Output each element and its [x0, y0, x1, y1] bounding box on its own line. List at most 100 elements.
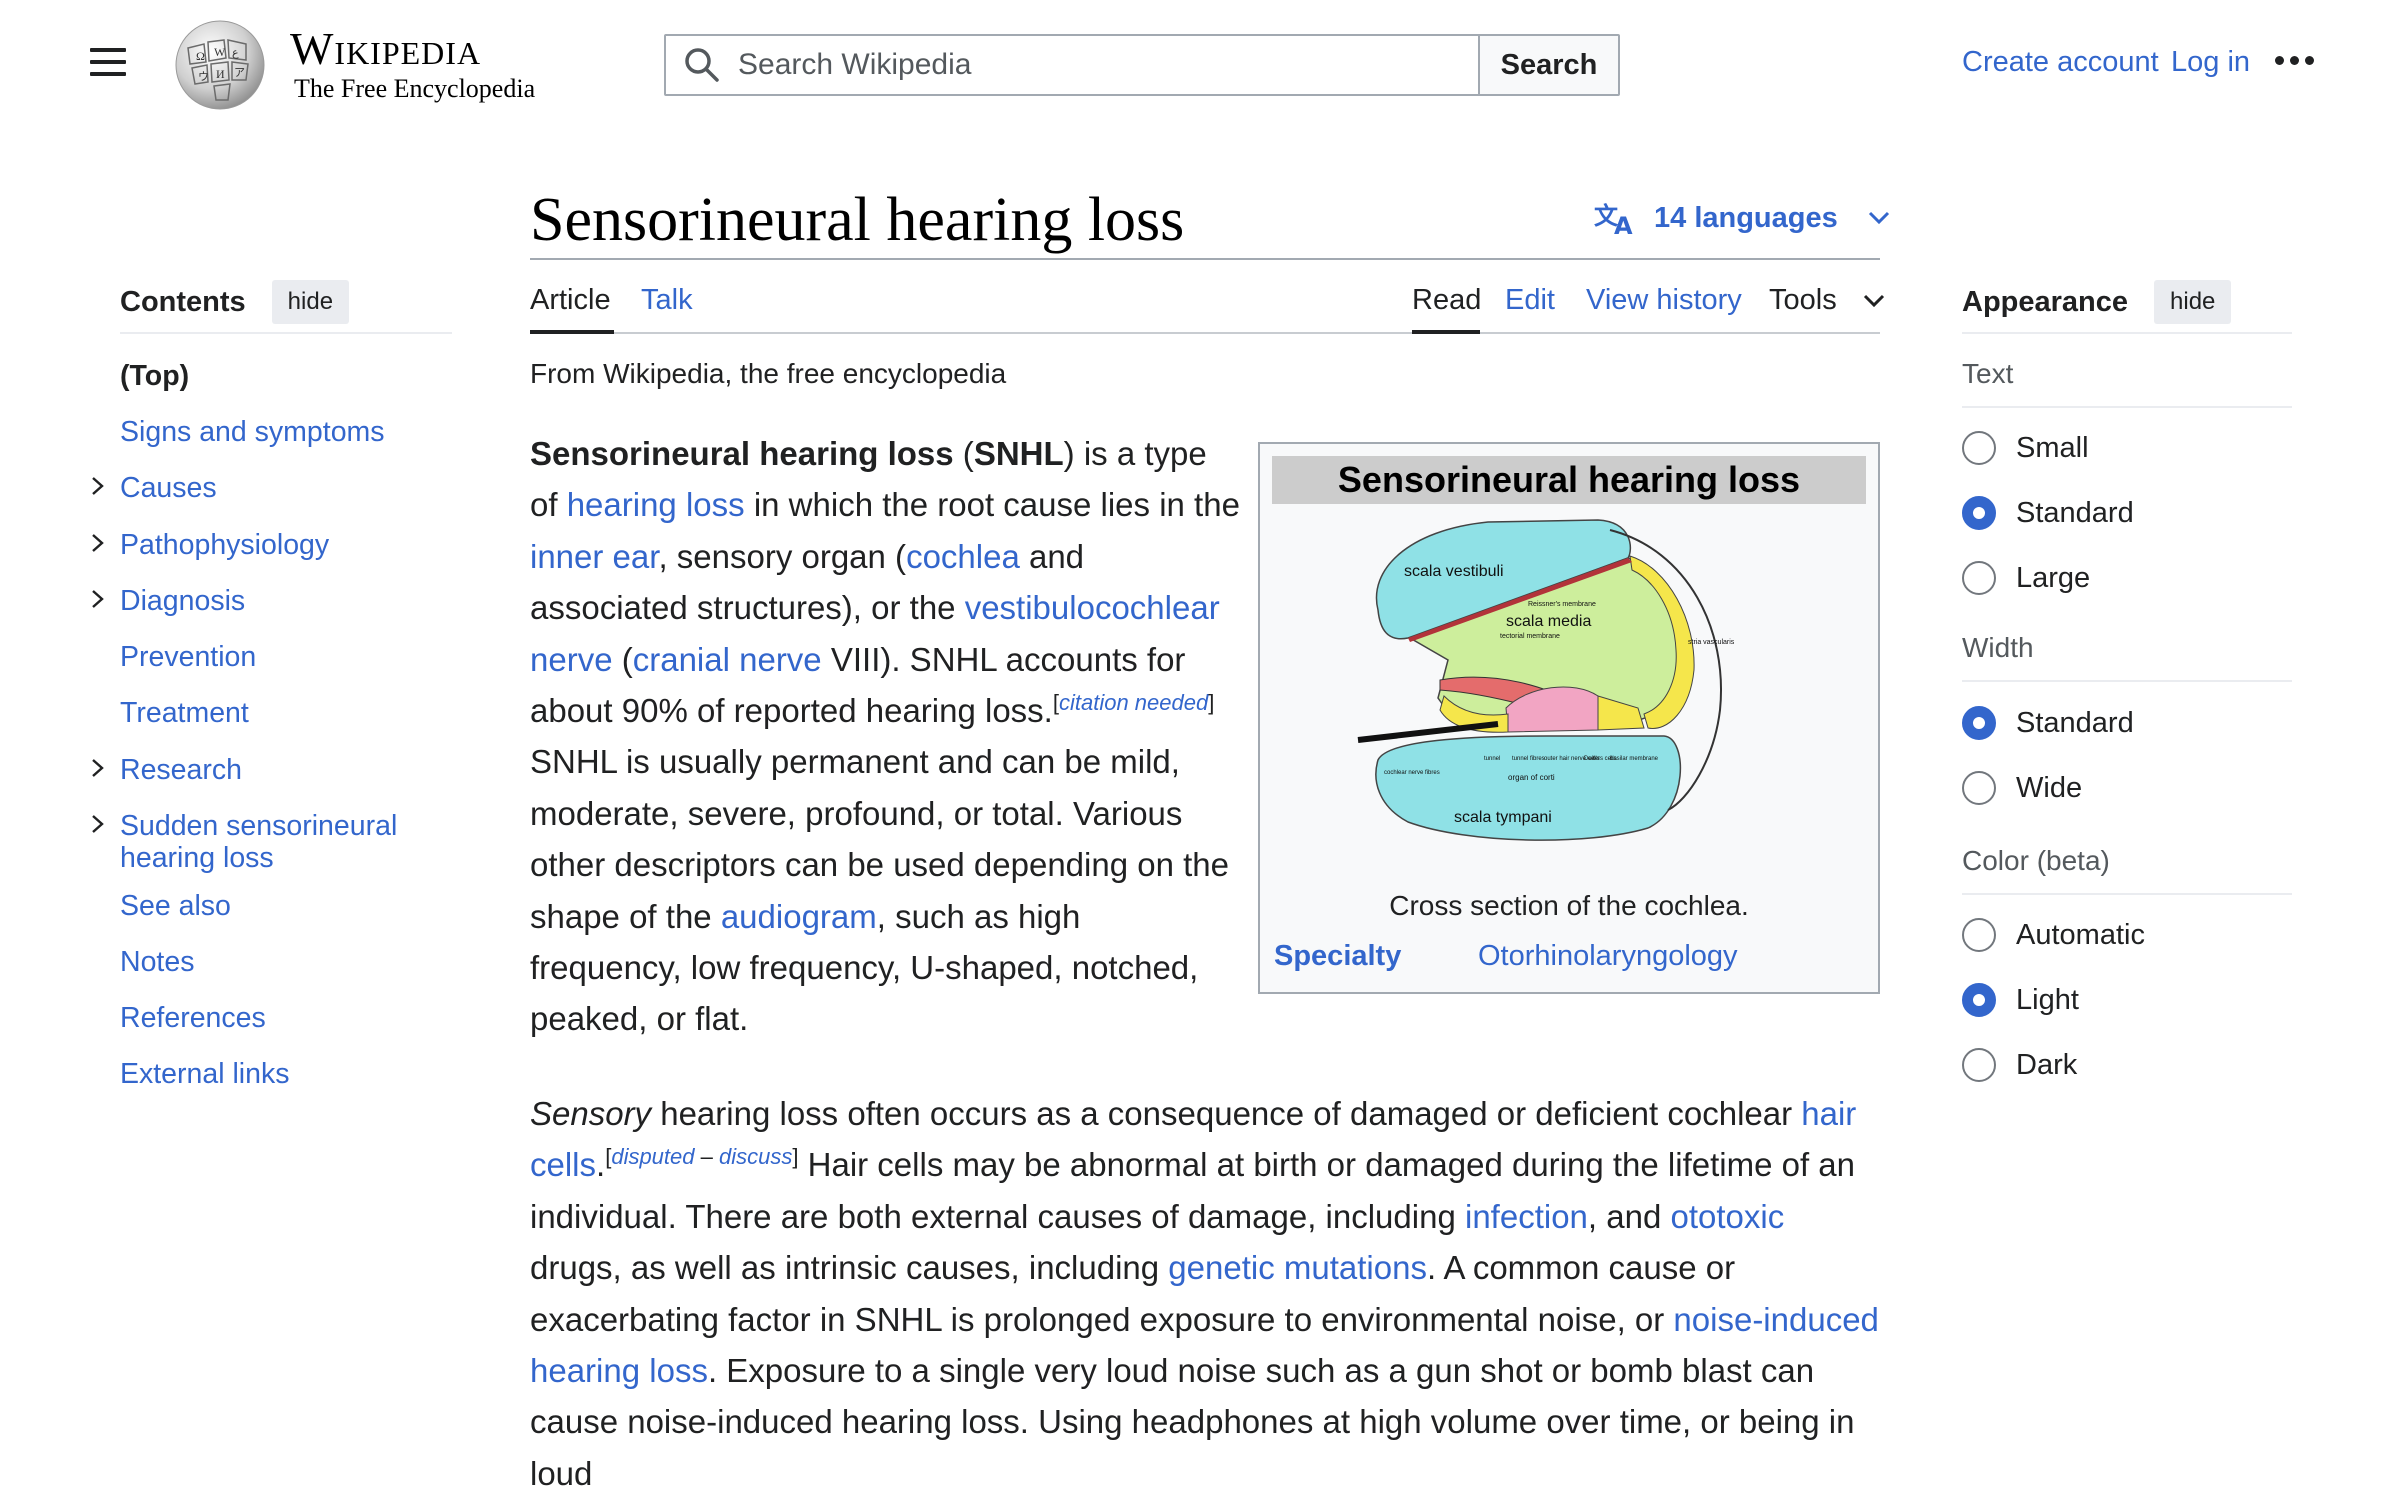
toc-item[interactable]: Diagnosis [120, 585, 450, 617]
bold-term: Sensorineural hearing loss [530, 435, 954, 472]
link-genetic-mutations[interactable]: genetic mutations [1168, 1249, 1427, 1286]
chevron-right-icon[interactable] [88, 476, 108, 496]
toc-item[interactable]: Prevention [120, 641, 450, 673]
link-ototoxic[interactable]: ototoxic [1670, 1198, 1784, 1235]
appearance-hide-button[interactable]: hide [2154, 280, 2232, 324]
chevron-right-icon[interactable] [88, 533, 108, 553]
cochlea-diagram-image[interactable]: scala vestibuli scala media Reissner's m… [1348, 510, 1788, 846]
text: . [596, 1146, 606, 1184]
radio-button[interactable] [1962, 496, 1996, 530]
infobox-specialty-label[interactable]: Specialty [1274, 940, 1401, 973]
width-option[interactable]: Standard [1962, 706, 2134, 740]
toc-item[interactable]: Sudden sensorineural hearing loss [120, 810, 450, 874]
width-option[interactable]: Wide [1962, 771, 2082, 805]
infobox-caption: Cross section of the cochlea. [1389, 890, 1749, 921]
toc-item[interactable]: (Top) [120, 360, 450, 392]
radio-button[interactable] [1962, 431, 1996, 465]
toc-item[interactable]: Notes [120, 946, 450, 978]
radio-button[interactable] [1962, 706, 1996, 740]
log-in-link[interactable]: Log in [2171, 46, 2250, 79]
radio-label: Wide [2016, 771, 2083, 804]
disputed-note: [disputed – discuss] [605, 1144, 798, 1169]
toc-item[interactable]: Signs and symptoms [120, 416, 450, 448]
radio-button[interactable] [1962, 1048, 1996, 1082]
tab-article[interactable]: Article [530, 284, 611, 317]
svg-text:Ω: Ω [196, 49, 205, 63]
dash: – [694, 1144, 719, 1170]
search-input[interactable] [736, 47, 1440, 83]
infobox-specialty-value[interactable]: Otorhinolaryngology [1478, 940, 1738, 973]
tab-article-indicator [530, 330, 614, 334]
discuss-link[interactable]: discuss [719, 1144, 792, 1169]
wikipedia-globe-logo[interactable]: Ω W ع И ウ ア [168, 18, 272, 112]
radio-button[interactable] [1962, 771, 1996, 805]
radio-label: Large [2016, 561, 2091, 594]
user-menu-button[interactable] [2275, 50, 2315, 70]
toc-heading: Contents [120, 285, 246, 318]
radio-button[interactable] [1962, 561, 1996, 595]
tab-view-history[interactable]: View history [1586, 284, 1742, 317]
text: in which the root cause lies in the [744, 486, 1240, 524]
color-option[interactable]: Light [1962, 983, 2079, 1017]
search-button[interactable]: Search [1478, 36, 1618, 94]
text-size-option[interactable]: Standard [1962, 496, 2134, 530]
color-heading: Color (beta) [1962, 845, 2110, 876]
toc-item[interactable]: External links [120, 1058, 450, 1090]
text: ( [612, 640, 633, 678]
radio-label: Dark [2016, 1048, 2078, 1081]
search-box[interactable] [666, 36, 1478, 94]
radio-label: Light [2016, 983, 2079, 1016]
toc-item[interactable]: Pathophysiology [120, 529, 450, 561]
color-heading-divider [1962, 893, 2292, 895]
ellipsis-icon [2275, 55, 2284, 65]
toc-item[interactable]: See also [120, 890, 450, 922]
text: hearing loss often occurs as a consequen… [651, 1095, 1802, 1132]
chevron-right-icon[interactable] [88, 758, 108, 778]
chevron-right-icon[interactable] [88, 814, 108, 834]
diagram-label: Reissner's membrane [1528, 601, 1596, 608]
color-option[interactable]: Dark [1962, 1048, 2077, 1082]
toc-hide-button[interactable]: hide [271, 280, 350, 324]
hamburger-icon-bar [90, 72, 126, 76]
radio-label: Standard [2016, 496, 2134, 529]
appearance-heading: Appearance [1962, 285, 2129, 318]
diagram-label: cochlear nerve fibres [1384, 770, 1440, 776]
radio-button[interactable] [1962, 983, 1996, 1017]
bold-abbr: SNHL [973, 435, 1064, 472]
toc-item[interactable]: Treatment [120, 697, 450, 729]
paragraph-2: Sensory hearing loss often occurs as a c… [530, 1088, 1880, 1499]
create-account-link[interactable]: Create account [1962, 46, 2159, 79]
link-infection[interactable]: infection [1465, 1198, 1588, 1235]
tabs-divider [530, 332, 1880, 334]
svg-text:A: A [1614, 212, 1633, 236]
link-audiogram[interactable]: audiogram [721, 898, 877, 935]
disputed-link[interactable]: disputed [611, 1144, 694, 1169]
text-size-heading: Text [1962, 358, 2014, 389]
tab-edit[interactable]: Edit [1505, 284, 1555, 317]
link-inner-ear[interactable]: inner ear [530, 538, 658, 575]
text-size-option[interactable]: Small [1962, 431, 2089, 465]
main-menu-button[interactable] [86, 48, 130, 82]
languages-label: 14 languages [1654, 201, 1838, 234]
toc-item[interactable]: References [120, 1002, 450, 1034]
tab-read[interactable]: Read [1412, 284, 1481, 317]
text-size-option[interactable]: Large [1962, 561, 2090, 595]
chevron-right-icon[interactable] [88, 589, 108, 609]
link-cochlea[interactable]: cochlea [906, 538, 1020, 575]
wikipedia-wordmark[interactable]: Wikipedia The Free Encyclopedia [290, 24, 535, 104]
toc-item[interactable]: Research [120, 754, 450, 786]
radio-label: Small [2016, 431, 2089, 464]
link-cranial-nerve[interactable]: cranial nerve [633, 641, 822, 678]
width-heading: Width [1962, 632, 2034, 663]
citation-needed-link[interactable]: citation needed [1059, 690, 1208, 715]
diagram-label: tectorial membrane [1500, 633, 1560, 640]
diagram-label: organ of corti [1508, 773, 1555, 782]
color-option[interactable]: Automatic [1962, 918, 2145, 952]
languages-button[interactable]: 文 A 14 languages [1594, 200, 1890, 236]
diagram-label: stria vascularis [1688, 639, 1735, 646]
link-hearing-loss[interactable]: hearing loss [567, 486, 745, 523]
toc-item[interactable]: Causes [120, 472, 450, 504]
radio-button[interactable] [1962, 918, 1996, 952]
tab-talk[interactable]: Talk [641, 284, 693, 317]
tools-menu[interactable]: Tools [1769, 284, 1885, 317]
